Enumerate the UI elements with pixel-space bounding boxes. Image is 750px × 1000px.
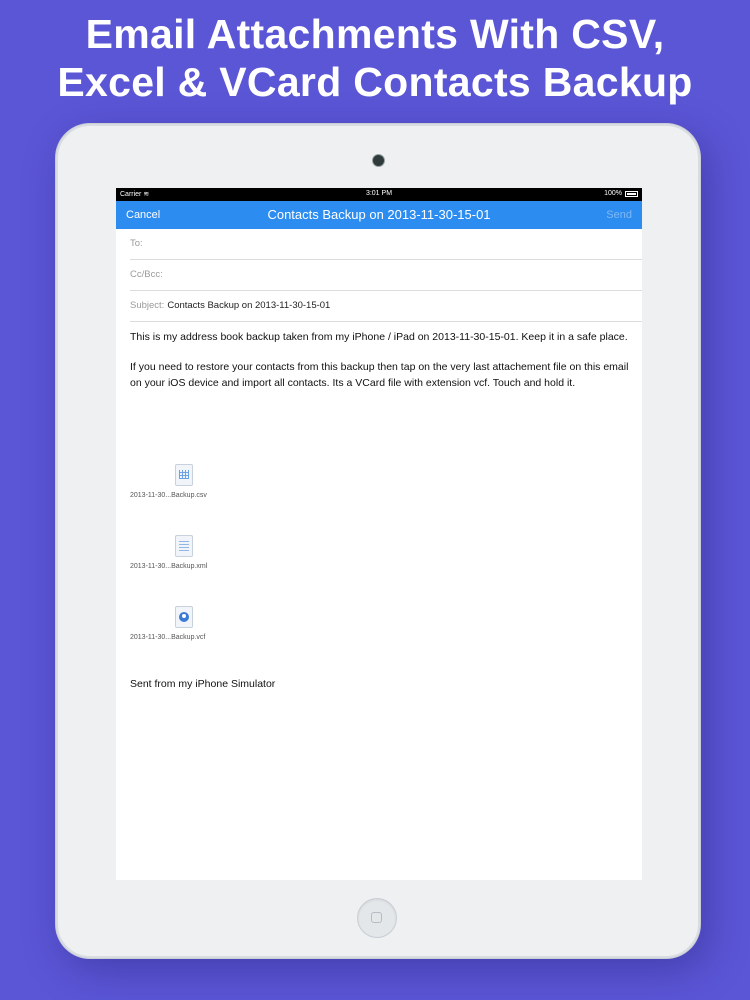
subject-value[interactable]: Contacts Backup on 2013-11-30-15-01 [167, 300, 330, 311]
battery-percent: 100% [604, 190, 622, 197]
to-field[interactable]: To: [130, 229, 642, 260]
battery-icon [625, 190, 638, 197]
headline-line-1: Email Attachments With CSV, [85, 11, 665, 57]
ipad-frame: Carrier ≋ 3:01 PM 100% Cancel Contacts B… [56, 124, 700, 958]
send-button[interactable]: Send [606, 209, 632, 221]
contact-card-file-icon [175, 606, 193, 628]
battery-indicator: 100% [604, 190, 638, 197]
email-body[interactable]: This is my address book backup taken fro… [116, 322, 642, 391]
body-paragraph-2: If you need to restore your contacts fro… [130, 361, 629, 389]
navigation-bar: Cancel Contacts Backup on 2013-11-30-15-… [116, 201, 642, 229]
body-paragraph-1: This is my address book backup taken fro… [130, 331, 628, 343]
headline: Email Attachments With CSV, Excel & VCar… [0, 10, 750, 106]
attachment-name: 2013-11-30...Backup.csv [130, 492, 207, 499]
attachment-name: 2013-11-30...Backup.xml [130, 563, 208, 570]
attachment-name: 2013-11-30...Backup.vcf [130, 634, 206, 641]
subject-field[interactable]: Subject: Contacts Backup on 2013-11-30-15… [130, 291, 642, 322]
compose-title: Contacts Backup on 2013-11-30-15-01 [267, 207, 491, 222]
cc-bcc-label: Cc/Bcc: [130, 269, 163, 280]
status-bar: Carrier ≋ 3:01 PM 100% [116, 188, 642, 201]
to-label: To: [130, 238, 143, 249]
text-file-icon [175, 535, 193, 557]
email-signature: Sent from my iPhone Simulator [130, 678, 276, 690]
home-button[interactable] [357, 898, 397, 938]
spreadsheet-file-icon [175, 464, 193, 486]
status-time: 3:01 PM [365, 190, 393, 197]
cc-bcc-field[interactable]: Cc/Bcc: [130, 260, 642, 291]
subject-label: Subject: [130, 300, 165, 311]
email-compose-screen: Carrier ≋ 3:01 PM 100% Cancel Contacts B… [116, 188, 642, 880]
headline-line-2: Excel & VCard Contacts Backup [57, 59, 693, 105]
home-square-icon [371, 912, 382, 923]
camera-icon [372, 154, 385, 167]
